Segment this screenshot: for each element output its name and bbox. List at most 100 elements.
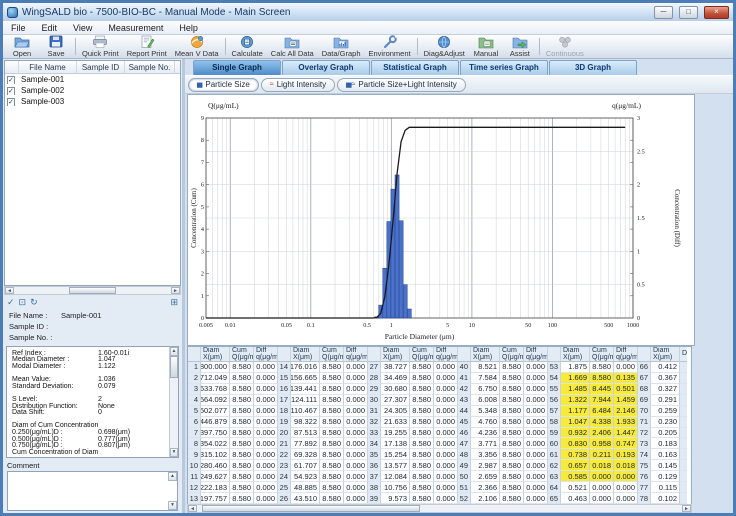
svg-text:100: 100 [548,322,557,329]
particle-size-chart: 0.0050.010.050.10.5151050100500100001234… [188,95,694,345]
scroll-thumb[interactable] [170,356,178,378]
add-data-icon[interactable]: ⊞ [170,296,178,308]
cum-cell: 8.580 [320,384,344,395]
diff-cell: 0.193 [614,449,638,460]
toolbar-button-manual[interactable]: Manual [469,35,503,58]
subtab-particle-size-light-intensity[interactable]: ▅≈Particle Size+Light Intensity [337,78,466,92]
subtab-particle-size[interactable]: ▅Particle Size [188,78,259,92]
tab-time-series-graph[interactable]: Time series Graph [460,60,548,75]
check-data-icon[interactable]: ✓ [7,296,15,308]
diam-cell: 0.412 [651,362,680,373]
maximize-button[interactable]: □ [679,6,698,19]
diff-cell: 0.000 [254,438,278,449]
diam-cell: 0.145 [651,460,680,471]
table-row: 2548.8858.5800.000 [278,482,368,493]
menu-item-edit[interactable]: Edit [34,23,66,33]
scroll-thumb[interactable] [202,505,420,512]
stat-line: Cum Concentration of Diam [12,449,167,456]
toolbar-button-environment[interactable]: Environment [365,35,415,58]
file-checkbox[interactable]: ✓ [7,87,15,95]
table-row: 8354.0228.5800.000 [188,438,278,449]
menu-item-view[interactable]: View [65,23,100,33]
cum-cell: 8.580 [320,428,344,439]
file-list-row[interactable]: ✓Sample-001 [5,74,180,85]
diam-cell: 9.573 [381,493,410,504]
diff-cell: 0.000 [254,417,278,428]
diff-cell: 0.000 [524,438,548,449]
tab-single-graph[interactable]: Single Graph [193,60,281,75]
empty-cell [680,373,687,384]
table-row: 6446.8798.5800.000 [188,417,278,428]
toolbar-button-assist[interactable]: Assist [503,35,537,58]
file-list-row[interactable]: ✓Sample-003 [5,96,180,107]
diam-cell: 0.585 [561,471,590,482]
file-checkbox-cell: ✓ [5,75,19,84]
table-row: 670.367 [638,373,680,384]
toolbar-button-calculate[interactable]: Calculate [228,35,267,58]
table-row: 408.5218.5800.000 [458,362,548,373]
row-number-cell: 4 [188,395,201,406]
row-number-header [368,347,381,362]
toolbar-button-calc-all-data[interactable]: Calc All Data [267,35,318,58]
menu-item-measurement[interactable]: Measurement [100,23,171,33]
diam-cell: 3.356 [471,449,500,460]
comment-scrollbar[interactable]: ▲ ▼ [168,472,177,510]
tab-overlay-graph[interactable]: Overlay Graph [282,60,370,75]
table-header-row: Diam [680,347,687,362]
file-checkbox[interactable]: ✓ [7,98,15,106]
tab-statistical-graph[interactable]: Statistical Graph [371,60,459,75]
column-header: Diffq(μg/mL) [434,347,458,362]
scroll-right-icon[interactable]: ► [682,505,691,512]
toolbar-button-diag-adjust[interactable]: Diag&Adjust [420,35,469,58]
copy-data-icon[interactable]: ⊡ [19,296,27,308]
toolbar-button-report-print[interactable]: Report Print [123,35,171,58]
calculate-icon [239,35,255,49]
scroll-up-icon[interactable]: ▲ [168,472,177,481]
toolbar-button-quick-print[interactable]: Quick Print [78,35,123,58]
diff-cell: 0.000 [524,471,548,482]
diff-cell: 0.000 [344,362,368,373]
file-list-row[interactable]: ✓Sample-002 [5,85,180,96]
row-number-header [188,347,201,362]
scroll-down-icon[interactable]: ▼ [170,448,178,457]
table-row: 2930.6808.5800.000 [368,384,458,395]
minimize-button[interactable]: ─ [654,6,673,19]
file-list: File NameSample IDSample No.✓Sample-001✓… [4,60,181,286]
close-button[interactable]: × [704,6,729,19]
diam-cell: 0.129 [651,471,680,482]
menu-item-file[interactable]: File [3,23,34,33]
diam-cell: 0.327 [651,384,680,395]
comment-input[interactable]: ▲ ▼ [7,471,178,511]
menu-item-help[interactable]: Help [171,23,206,33]
tab-3d-graph[interactable]: 3D Graph [549,60,637,75]
row-number-cell: 39 [368,493,381,504]
file-checkbox[interactable]: ✓ [7,76,15,84]
transfer-data-icon[interactable]: ↻ [30,296,38,308]
toolbar-button-data-graph[interactable]: Data/Graph [318,35,365,58]
diam-cell: 1.322 [561,395,590,406]
table-hscrollbar[interactable]: ◄ ► [187,504,692,513]
scroll-up-icon[interactable]: ▲ [170,347,178,356]
stats-scrollbar[interactable]: ▲▼ [169,347,178,457]
graph-panel: 0.0050.010.050.10.5151050100500100001234… [187,94,695,346]
cum-cell: 8.580 [500,406,524,417]
scroll-down-icon[interactable]: ▼ [168,501,177,510]
toolbar-button-mean-v-data[interactable]: Mean V Data [171,35,223,58]
toolbar-button-save[interactable]: Save [39,35,73,58]
scroll-thumb[interactable] [69,287,116,294]
cum-cell: 8.580 [500,471,524,482]
file-list-hscrollbar[interactable]: ◄ ► [4,286,181,295]
subtab-light-intensity[interactable]: ≈Light Intensity [261,78,335,92]
diam-cell: 12.084 [381,471,410,482]
toolbar-button-open[interactable]: Open [5,35,39,58]
file-list-header-check [5,61,19,73]
menubar: FileEditViewMeasurementHelp [3,21,733,35]
cum-cell: 0.958 [590,438,614,449]
scroll-left-icon[interactable]: ◄ [188,505,197,512]
scroll-left-icon[interactable]: ◄ [5,287,14,294]
statistics-panel: Ref Index :1.60-0.01iMedian Diameter :1.… [6,346,179,458]
row-number-cell: 57 [548,406,561,417]
diff-cell: 0.018 [614,460,638,471]
diam-cell: 0.657 [561,460,590,471]
scroll-right-icon[interactable]: ► [171,287,180,294]
